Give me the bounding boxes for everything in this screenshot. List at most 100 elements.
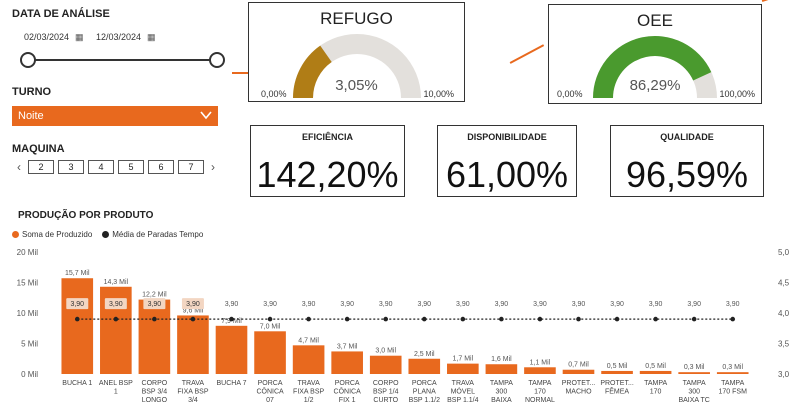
paradas-data-label: 3,90 [610,301,624,308]
bar-data-label: 2,5 Mil [414,351,435,358]
maquina-button[interactable]: 7 [178,160,204,174]
oee-card[interactable]: OEE 86,29% 0,00% 100,00% [548,4,762,104]
x-axis-category-label: PROTET... [562,380,596,387]
x-axis-category-label: TRAVA [297,380,320,387]
bar-produzido [601,370,633,374]
bar-data-label: 15,7 Mil [65,270,90,277]
paradas-point [537,316,543,322]
refugo-max: 10,00% [423,89,454,99]
x-axis-category-label: PORCA [335,380,360,387]
paradas-point [74,316,80,322]
connector-line [509,44,544,64]
legend-label-paradas: Média de Paradas Tempo [112,230,204,239]
x-axis-category-label: CORPO [142,380,168,387]
qualidade-value: 96,59% [625,154,749,195]
date-range-slider-track[interactable] [28,59,218,61]
disponibilidade-card[interactable]: DISPONIBILIDADE 61,00% [437,125,577,197]
date-range-start-handle[interactable] [20,52,36,68]
legend-item-produzido[interactable]: Soma de Produzido [12,230,92,239]
qualidade-card[interactable]: QUALIDADE 96,59% [610,125,764,197]
legend-item-paradas[interactable]: Média de Paradas Tempo [102,230,203,239]
paradas-data-label: 3,90 [456,301,470,308]
maquina-label: MAQUINA [12,143,65,155]
y-axis-left-tick: 15 Mil [17,279,39,288]
x-axis-category-label: TRAVA [182,380,205,387]
paradas-data-label: 3,90 [340,301,354,308]
bar-data-label: 0,3 Mil [722,364,743,371]
legend-label-produzido: Soma de Produzido [22,230,93,239]
paradas-point [421,316,427,322]
x-axis-category-label: BSP 1.1/4 [447,397,479,404]
x-axis-category-label: MÓVEL [451,387,476,396]
paradas-data-label: 3,90 [649,301,663,308]
y-axis-right-tick: 5,0 [778,248,790,257]
date-start-value: 02/03/2024 [24,32,70,42]
y-axis-left-tick: 5 Mil [21,340,38,349]
paradas-point [730,316,736,322]
x-axis-category-label: PLANA [413,389,436,396]
paradas-point [306,316,311,322]
x-axis-category-label: 170 [650,389,662,396]
maquina-button[interactable]: 5 [118,160,144,174]
paradas-data-label: 3,90 [225,301,239,308]
x-axis-category-label: FÊMEA [605,387,629,396]
date-range-end-handle[interactable] [209,52,225,68]
refugo-min: 0,00% [261,89,287,99]
x-axis-category-label: FIXA BSP [177,389,208,396]
paradas-point [267,316,273,322]
bar-data-label: 3,0 Mil [375,348,396,355]
maquina-slicer: ‹ 2 3 4 5 6 7 › [14,160,218,174]
bar-data-label: 3,7 Mil [337,343,358,350]
x-axis-category-label: 300 [496,389,508,396]
date-start-field[interactable]: 02/03/2024 ▦ [24,28,84,46]
x-axis-category-label: 170 FSM [719,389,748,396]
x-axis-category-label: BUCHA 1 [62,380,92,387]
maquina-button[interactable]: 3 [58,160,84,174]
legend-swatch-black [102,231,110,239]
y-axis-left-tick: 10 Mil [17,309,39,318]
x-axis-category-label: FIX 1 [339,397,356,404]
calendar-icon[interactable]: ▦ [75,32,84,43]
paradas-data-label: 3,90 [148,301,162,308]
paradas-data-label: 3,90 [495,301,509,308]
paradas-data-label: 3,90 [379,301,393,308]
x-axis-category-label: CÔNICA [334,387,362,396]
legend-swatch-orange [12,231,19,239]
bar-produzido [678,372,710,374]
paradas-data-label: 3,90 [572,301,586,308]
bar-data-label: 14,3 Mil [104,279,129,286]
paradas-point [152,316,157,322]
maquina-button[interactable]: 2 [28,160,54,174]
turno-dropdown[interactable]: Noite [12,106,218,126]
refugo-card[interactable]: REFUGO 3,05% 0,00% 10,00% [248,2,465,102]
chevron-right-icon[interactable]: › [208,160,218,174]
maquina-button[interactable]: 4 [88,160,114,174]
chart-title: PRODUÇÃO POR PRODUTO [18,210,154,221]
paradas-point [460,316,466,322]
x-axis-category-label: PROTET... [600,380,634,387]
x-axis-category-label: MACHO [565,389,592,396]
paradas-data-label: 3,90 [533,301,547,308]
oee-min: 0,00% [557,89,583,99]
disponibilidade-title: DISPONIBILIDADE [467,132,547,142]
x-axis-category-label: CÔNICA [256,387,284,396]
paradas-data-label: 3,90 [186,301,200,308]
qualidade-title: QUALIDADE [660,132,714,142]
maquina-button[interactable]: 6 [148,160,174,174]
eficiencia-card[interactable]: EFICIÊNCIA 142,20% [250,125,405,197]
date-end-field[interactable]: 12/03/2024 ▦ [96,28,156,46]
x-axis-category-label: CORPO [373,380,399,387]
bar-produzido [524,367,556,374]
bar-data-label: 4,7 Mil [298,337,319,344]
connector-line [761,0,791,2]
bar-produzido [369,355,402,374]
production-chart: 0 Mil 5 Mil 10 Mil 15 Mil 20 Mil 3,0 3,5 4,0 4,5… [17,248,790,404]
x-axis-category-label: TAMPA [683,380,706,387]
paradas-point [614,316,620,322]
y-axis-right-tick: 4,0 [778,309,790,318]
bar-produzido [177,315,209,374]
y-axis-right-tick: 3,5 [778,340,790,349]
chevron-left-icon[interactable]: ‹ [14,160,24,174]
x-axis-category-label: 1 [114,389,118,396]
calendar-icon[interactable]: ▦ [147,32,156,43]
